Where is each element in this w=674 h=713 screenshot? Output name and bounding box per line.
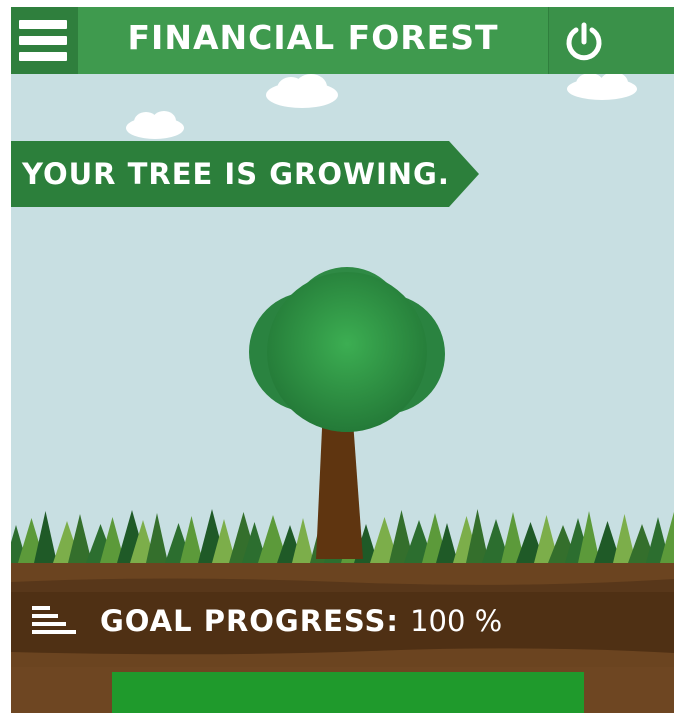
goal-progress-row: GOAL PROGRESS: 100 % [11, 592, 674, 656]
growing-tree [249, 267, 445, 559]
game-screen: FINANCIAL FOREST YOUR TREE IS GROWING. G… [11, 7, 674, 713]
cloud [126, 111, 184, 139]
menu-button[interactable] [11, 7, 78, 74]
goal-progress-title: GOAL PROGRESS: [100, 604, 399, 638]
tree-canopy [249, 267, 445, 432]
status-banner-text: YOUR TREE IS GROWING. [22, 157, 450, 191]
goal-progress-label: GOAL PROGRESS: 100 % [100, 592, 502, 650]
goal-progress-bar-fill [112, 672, 584, 713]
power-icon [566, 22, 602, 61]
pine-tree [34, 511, 57, 563]
goal-progress-bar [112, 672, 584, 713]
power-button[interactable] [548, 7, 674, 74]
goal-progress-value: 100 % [410, 604, 503, 638]
pine-tree [146, 513, 168, 563]
top-bar: FINANCIAL FOREST [11, 7, 674, 74]
app-title: FINANCIAL FOREST [127, 18, 499, 57]
progress-lines-icon [32, 606, 76, 634]
cloud [266, 74, 338, 108]
cloud [567, 72, 637, 100]
